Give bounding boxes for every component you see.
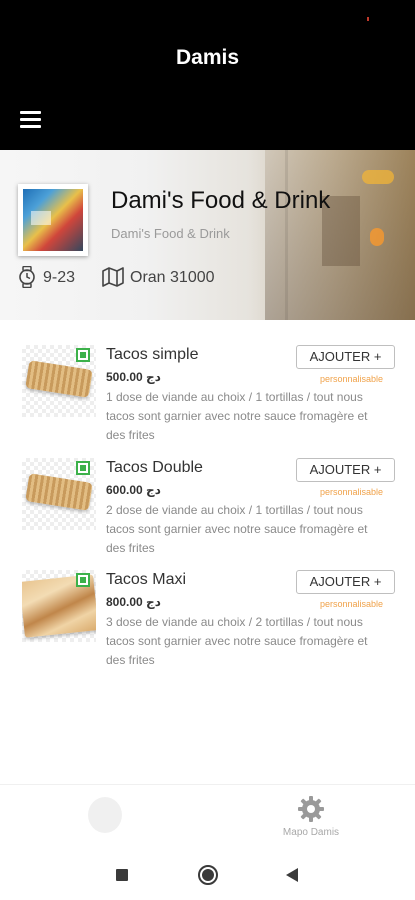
- restaurant-logo-image: [23, 189, 83, 251]
- restaurant-name: Dami's Food & Drink: [111, 187, 331, 214]
- customizable-tag: personnalisable: [319, 599, 383, 609]
- item-name: Tacos simple: [106, 346, 199, 363]
- menu-item: Tacos Maxi 800.00 دج 3 dose de viande au…: [0, 570, 415, 682]
- app-title: Damis: [175, 46, 240, 69]
- item-price: 800.00 دج: [106, 595, 161, 609]
- system-navigation-bar: [0, 848, 415, 900]
- menu-item: Tacos Double 600.00 دج 2 dose de viande …: [0, 458, 415, 570]
- add-to-cart-button[interactable]: AJOUTER +: [296, 570, 395, 594]
- home-circle-icon[interactable]: [198, 865, 218, 885]
- opening-hours: 9-23: [43, 269, 76, 286]
- app-header: Damis: [0, 0, 415, 150]
- menu-item: Tacos simple 500.00 دج 1 dose de viande …: [0, 345, 415, 457]
- home-icon[interactable]: [88, 797, 122, 833]
- add-to-cart-button[interactable]: AJOUTER +: [296, 458, 395, 482]
- veg-indicator-icon: [76, 461, 90, 475]
- watch-icon: [19, 266, 35, 288]
- map-icon: [102, 267, 124, 287]
- recents-square-icon[interactable]: [116, 869, 128, 881]
- hamburger-menu-icon[interactable]: [18, 107, 44, 131]
- back-triangle-icon[interactable]: [286, 868, 298, 882]
- bottom-navigation: Mapo Damis: [0, 784, 415, 848]
- veg-indicator-icon: [76, 348, 90, 362]
- bottom-nav-label-mapo[interactable]: Mapo Damis: [272, 827, 350, 838]
- restaurant-logo: [18, 184, 88, 256]
- item-description: 3 dose de viande au choix / 2 tortillas …: [106, 615, 368, 667]
- restaurant-location: Oran 31000: [130, 269, 215, 286]
- add-to-cart-button[interactable]: AJOUTER +: [296, 345, 395, 369]
- gear-icon[interactable]: [297, 795, 325, 823]
- customizable-tag: personnalisable: [319, 374, 383, 384]
- status-indicator: [367, 17, 369, 21]
- item-price: 600.00 دج: [106, 483, 161, 497]
- item-name: Tacos Double: [106, 459, 203, 476]
- item-name: Tacos Maxi: [106, 571, 187, 588]
- veg-indicator-icon: [76, 573, 90, 587]
- item-price: 500.00 دج: [106, 370, 161, 384]
- restaurant-subtitle: Dami's Food & Drink: [111, 226, 230, 241]
- item-description: 1 dose de viande au choix / 1 tortillas …: [106, 390, 368, 442]
- item-description: 2 dose de viande au choix / 1 tortillas …: [106, 503, 368, 555]
- customizable-tag: personnalisable: [319, 487, 383, 497]
